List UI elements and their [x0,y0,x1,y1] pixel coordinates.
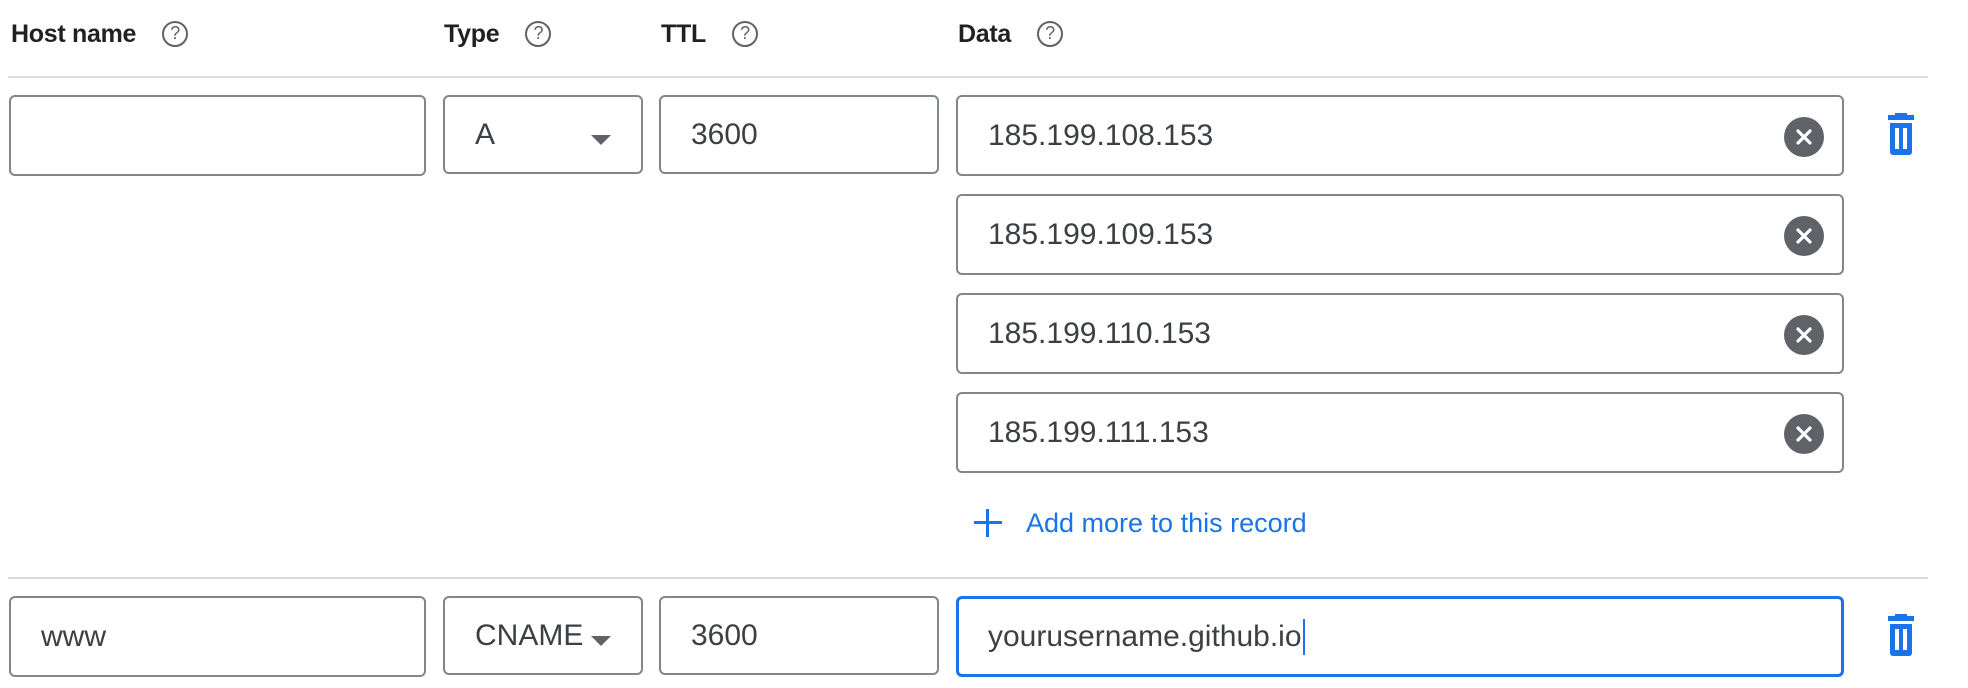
help-circle-icon[interactable]: ? [162,21,189,47]
add-more-label: Add more to this record [1026,507,1307,538]
column-header-type: Type ? [444,14,552,54]
type-value: A [475,117,496,151]
record-divider [8,577,1928,579]
column-header-host-name: Host name ? [11,14,189,54]
data-value: yourusername.github.io [988,619,1302,653]
data-value: 185.199.111.153 [988,415,1209,449]
trash-icon [1888,614,1914,656]
text-cursor [1302,618,1305,655]
data-input[interactable]: 185.199.111.153 [956,392,1844,473]
column-header-ttl: TTL ? [661,14,758,54]
host-name-input[interactable]: www [9,596,426,677]
delete-record-button[interactable] [1881,113,1921,157]
type-value: CNAME [475,618,584,652]
ttl-value: 3600 [691,117,758,151]
caret-down-icon [591,636,611,646]
clear-circle-icon[interactable] [1784,315,1824,355]
host-name-value: www [41,619,106,653]
add-more-to-record-button[interactable]: Add more to this record [972,500,1307,546]
data-value: 185.199.110.153 [988,316,1211,350]
help-circle-icon[interactable]: ? [525,21,552,47]
header-divider [8,76,1928,78]
data-input[interactable]: 185.199.109.153 [956,194,1844,275]
data-input[interactable]: yourusername.github.io [956,596,1844,677]
trash-icon [1888,113,1914,155]
data-input[interactable]: 185.199.110.153 [956,293,1844,374]
clear-circle-icon[interactable] [1784,414,1824,454]
column-header-data: Data ? [958,14,1063,54]
column-header-data-label: Data [958,19,1011,48]
plus-icon [972,507,1004,539]
host-name-input[interactable] [9,95,426,176]
column-header-type-label: Type [444,19,500,48]
column-header-ttl-label: TTL [661,19,706,48]
clear-circle-icon[interactable] [1784,216,1824,256]
ttl-input[interactable]: 3600 [659,596,939,675]
ttl-value: 3600 [691,618,758,652]
column-header-host-name-label: Host name [11,19,137,48]
data-value: 185.199.109.153 [988,217,1214,251]
caret-down-icon [591,135,611,145]
help-circle-icon[interactable]: ? [731,21,758,47]
help-circle-icon[interactable]: ? [1037,21,1063,47]
data-value: 185.199.108.153 [988,118,1214,152]
type-select[interactable]: A [443,95,643,174]
data-input[interactable]: 185.199.108.153 [956,95,1844,176]
clear-circle-icon[interactable] [1784,117,1824,157]
ttl-input[interactable]: 3600 [659,95,939,174]
delete-record-button[interactable] [1881,614,1921,658]
type-select[interactable]: CNAME [443,596,643,675]
